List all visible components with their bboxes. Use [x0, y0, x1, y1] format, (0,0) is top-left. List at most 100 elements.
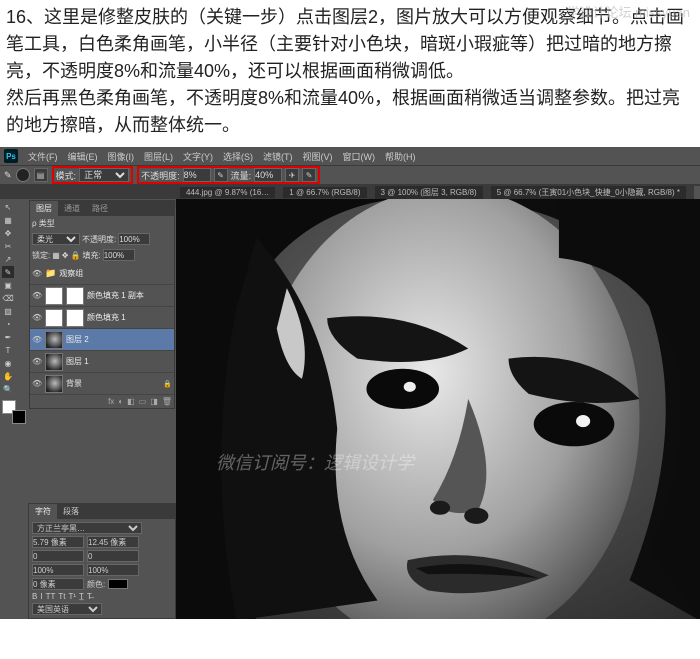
- layer-name[interactable]: 图层 2: [66, 334, 89, 345]
- brush-tool-icon[interactable]: ✎: [4, 170, 12, 181]
- menu-file[interactable]: 文件(F): [28, 150, 58, 163]
- italic-icon[interactable]: I: [40, 592, 42, 601]
- language-select[interactable]: 美国英语: [32, 603, 102, 615]
- blend-mode-select[interactable]: 柔光: [32, 233, 80, 245]
- tutorial-para-2: 然后再黑色柔角画笔，不透明度8%和流量40%，根据画面稍微适当调整参数。把过亮的…: [6, 85, 694, 139]
- tracking-input-2[interactable]: [87, 550, 139, 562]
- layer-row[interactable]: 👁 颜色填充 1: [30, 307, 174, 329]
- doc-tab-2[interactable]: 3 @ 100% (图层 3, RGB/8): [375, 186, 483, 199]
- lock-position-icon[interactable]: ✥: [62, 251, 69, 260]
- layer-name[interactable]: 颜色填充 1: [87, 312, 126, 323]
- tab-character[interactable]: 字符: [29, 504, 57, 519]
- background-swatch[interactable]: [12, 410, 26, 424]
- brush-panel-toggle-icon[interactable]: ▤: [34, 168, 48, 182]
- menu-view[interactable]: 视图(V): [303, 150, 333, 163]
- baseline-input[interactable]: [32, 578, 84, 590]
- path-tool[interactable]: ◉: [2, 357, 14, 369]
- new-layer-icon[interactable]: ◨: [150, 397, 158, 406]
- eyedropper-tool[interactable]: ↗: [2, 253, 14, 265]
- font-family-select[interactable]: 方正兰亭黑…: [32, 522, 142, 534]
- tab-paragraph[interactable]: 段落: [57, 504, 85, 519]
- lock-all-icon[interactable]: 🔒: [71, 251, 81, 260]
- visibility-icon[interactable]: 👁: [32, 357, 42, 366]
- pen-tool[interactable]: ✒: [2, 331, 14, 343]
- marquee-tool[interactable]: ▦: [2, 214, 14, 226]
- fx-icon[interactable]: fx: [108, 397, 114, 406]
- adjustment-icon[interactable]: ◧: [127, 397, 135, 406]
- layer-opacity-input[interactable]: [118, 233, 150, 245]
- superscript-icon[interactable]: T¹: [68, 592, 76, 601]
- vscale-input[interactable]: [87, 564, 139, 576]
- eraser-tool[interactable]: ⌫: [2, 292, 14, 304]
- type-tool[interactable]: T: [2, 344, 14, 356]
- smallcaps-icon[interactable]: Tt: [58, 592, 65, 601]
- menu-edit[interactable]: 编辑(E): [68, 150, 98, 163]
- layer-row-selected[interactable]: 👁 图层 2: [30, 329, 174, 351]
- menu-select[interactable]: 选择(S): [223, 150, 253, 163]
- lasso-tool[interactable]: ✥: [2, 227, 14, 239]
- visibility-icon[interactable]: 👁: [32, 291, 42, 300]
- color-swatches[interactable]: [2, 400, 26, 424]
- menu-type[interactable]: 文字(Y): [183, 150, 213, 163]
- layer-row[interactable]: 👁 图层 1: [30, 351, 174, 373]
- opacity-input[interactable]: [183, 168, 211, 182]
- visibility-icon[interactable]: 👁: [32, 269, 42, 278]
- bold-icon[interactable]: B: [32, 592, 37, 601]
- tab-layers[interactable]: 图层: [30, 201, 58, 216]
- doc-tab-0[interactable]: 444.jpg @ 9.87% (16…: [180, 187, 275, 198]
- options-bar: ✎ ▤ 模式: 正常 不透明度: ✎ 流量: ✈ ✎: [0, 165, 700, 185]
- kind-filter[interactable]: ρ 类型: [32, 218, 55, 229]
- mode-group-highlight: 模式: 正常: [52, 166, 134, 184]
- menu-help[interactable]: 帮助(H): [385, 150, 416, 163]
- layer-row-background[interactable]: 👁 背景 🔒: [30, 373, 174, 395]
- mask-icon[interactable]: ◐: [118, 397, 123, 406]
- trash-icon[interactable]: 🗑: [162, 397, 172, 406]
- doc-tab-3[interactable]: 5 @ 66.7% (王寅01小色块_快捷_0小隐藏, RGB/8) *: [491, 186, 686, 199]
- hand-tool[interactable]: ✋: [2, 370, 14, 382]
- underline-icon[interactable]: T̲: [79, 592, 84, 601]
- visibility-icon[interactable]: 👁: [32, 313, 42, 322]
- dodge-tool[interactable]: ◔: [2, 318, 14, 330]
- menu-image[interactable]: 图像(I): [108, 150, 135, 163]
- gradient-tool[interactable]: ▨: [2, 305, 14, 317]
- menu-filter[interactable]: 滤镜(T): [263, 150, 293, 163]
- zoom-tool[interactable]: 🔍: [2, 383, 14, 395]
- group-name[interactable]: 观察组: [59, 268, 83, 279]
- lock-pixels-icon[interactable]: ▦: [52, 251, 60, 260]
- visibility-icon[interactable]: 👁: [32, 379, 42, 388]
- group-icon[interactable]: ▭: [139, 397, 147, 406]
- leading-input[interactable]: [87, 536, 139, 548]
- brush-preview[interactable]: [16, 168, 30, 182]
- doc-tab-4[interactable]: 6L2A6183.jpg @ 66.7% (图层 2, RGB/8) *: [694, 186, 700, 199]
- move-tool[interactable]: ↖: [2, 201, 14, 213]
- flow-input[interactable]: [254, 168, 282, 182]
- tab-paths[interactable]: 路径: [86, 201, 114, 216]
- flow-pressure-icon[interactable]: ✎: [302, 168, 316, 182]
- text-color-swatch[interactable]: [108, 579, 128, 589]
- tab-channels[interactable]: 通道: [58, 201, 86, 216]
- canvas-area[interactable]: 微信订阅号：逻辑设计学: [176, 199, 700, 619]
- strike-icon[interactable]: T̶: [87, 592, 92, 601]
- layer-name[interactable]: 颜色填充 1 副本: [87, 290, 144, 301]
- doc-tab-1[interactable]: 1 @ 66.7% (RGB/8): [283, 187, 366, 198]
- layer-row[interactable]: 👁 颜色填充 1 副本: [30, 285, 174, 307]
- fill-input[interactable]: [103, 249, 135, 261]
- menu-layer[interactable]: 图层(L): [144, 150, 173, 163]
- layer-panel-footer: fx ◐ ◧ ▭ ◨ 🗑: [30, 395, 174, 408]
- opacity-pressure-icon[interactable]: ✎: [214, 168, 228, 182]
- menu-window[interactable]: 窗口(W): [343, 150, 376, 163]
- hscale-input[interactable]: [32, 564, 84, 576]
- crop-tool[interactable]: ✂: [2, 240, 14, 252]
- font-size-input[interactable]: [32, 536, 84, 548]
- layer-name[interactable]: 图层 1: [66, 356, 89, 367]
- brush-tool[interactable]: ✎: [2, 266, 14, 278]
- mode-select[interactable]: 正常: [79, 168, 129, 182]
- toolbox: ↖ ▦ ✥ ✂ ↗ ✎ ▣ ⌫ ▨ ◔ ✒ T ◉ ✋ 🔍: [0, 199, 28, 619]
- tracking-input-1[interactable]: [32, 550, 84, 562]
- layer-name[interactable]: 背景: [66, 378, 82, 389]
- layer-group-row[interactable]: 👁 📁 观察组: [30, 263, 174, 285]
- visibility-icon[interactable]: 👁: [32, 335, 42, 344]
- airbrush-icon[interactable]: ✈: [285, 168, 299, 182]
- caps-icon[interactable]: TT: [46, 592, 56, 601]
- stamp-tool[interactable]: ▣: [2, 279, 14, 291]
